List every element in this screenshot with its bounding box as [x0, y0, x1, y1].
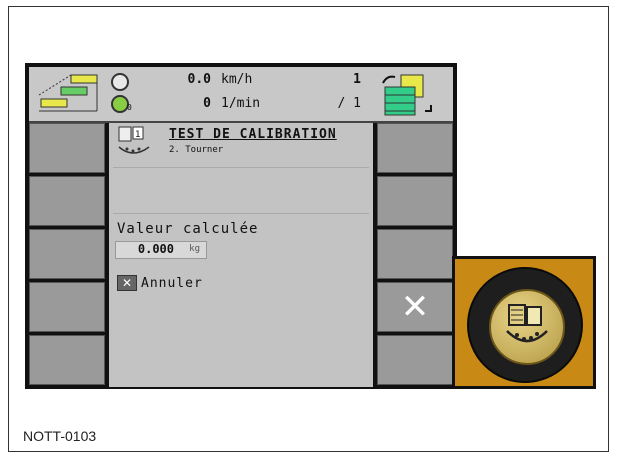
- divider: [113, 213, 369, 214]
- cancel-label: Annuler: [141, 275, 203, 291]
- speed-unit: km/h: [221, 72, 253, 87]
- softkey-right-5[interactable]: [377, 335, 453, 385]
- speed-value: 0.0: [187, 72, 211, 87]
- calculated-value-label: Valeur calculée: [117, 221, 259, 237]
- softkey-left-5[interactable]: [29, 335, 105, 385]
- rpm-value: 0: [203, 96, 211, 111]
- rpm-unit: 1/min: [221, 96, 261, 111]
- calculated-value: 0.000: [137, 242, 174, 256]
- softkey-right-1[interactable]: [377, 123, 453, 173]
- softkey-left-3[interactable]: [29, 229, 105, 279]
- page-subtitle: 2. Tourner: [169, 145, 224, 155]
- terminal-screen: 0.0 km/h 1 0 0 1/min / 1 ✕ 1 TEST DE CAL…: [25, 63, 457, 389]
- svg-text:1: 1: [135, 130, 140, 140]
- close-icon: ✕: [400, 287, 430, 327]
- cancel-symbol-icon: ✕: [117, 275, 137, 291]
- top-bar: 0.0 km/h 1 0 0 1/min / 1: [29, 67, 453, 123]
- figure-caption: NOTT-0103: [23, 428, 97, 444]
- rotary-knob[interactable]: [467, 267, 583, 383]
- speedometer-icon: [111, 73, 129, 91]
- calculated-value-unit: kg: [189, 244, 200, 254]
- page-switch-icon[interactable]: [377, 71, 451, 117]
- page-current: 1: [353, 72, 361, 87]
- softkey-left-4[interactable]: [29, 282, 105, 332]
- page-title: TEST DE CALIBRATION: [169, 127, 337, 142]
- speed-readout: 0.0 km/h 1 0 0 1/min / 1: [111, 69, 367, 119]
- cancel-legend: ✕ Annuler: [117, 275, 203, 291]
- calibration-test-icon: [506, 304, 548, 343]
- calibration-test-icon: 1: [118, 126, 150, 154]
- calibration-knob-cap[interactable]: [489, 289, 565, 365]
- calculated-value-field: 0.000 kg: [115, 241, 207, 259]
- softkey-left-2[interactable]: [29, 176, 105, 226]
- hardware-knob-panel: [452, 256, 596, 389]
- softkey-left-1[interactable]: [29, 123, 105, 173]
- page-total: / 1: [337, 96, 361, 111]
- divider: [113, 167, 369, 168]
- cancel-softkey[interactable]: ✕: [377, 282, 453, 332]
- implement-view-icon[interactable]: [31, 71, 105, 117]
- softkey-right-2[interactable]: [377, 176, 453, 226]
- calibration-panel: 1 TEST DE CALIBRATION 2. Tourner Valeur …: [109, 123, 373, 387]
- softkey-right-3[interactable]: [377, 229, 453, 279]
